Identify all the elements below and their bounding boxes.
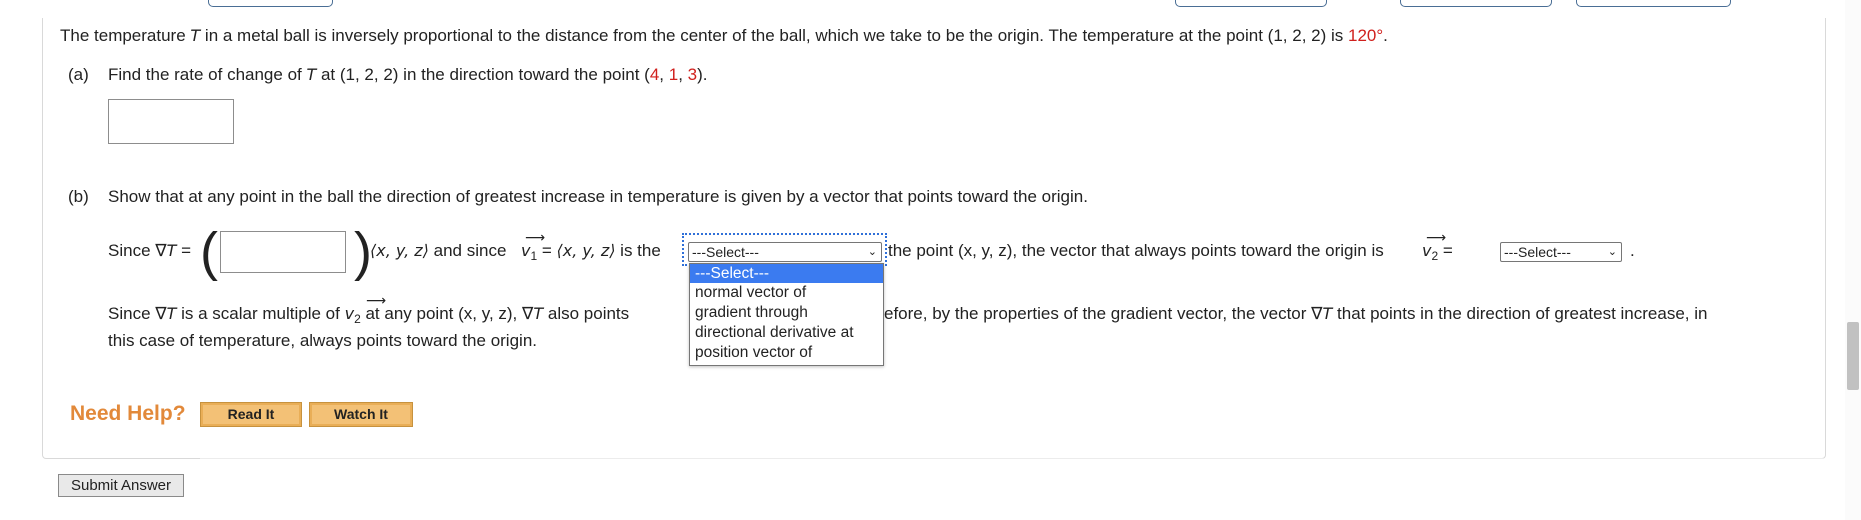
- dropdown-option-select[interactable]: ---Select---: [690, 264, 883, 283]
- after-select-text: the point (x, y, z), the vector that alw…: [888, 241, 1384, 260]
- gradient-scalar-input[interactable]: [220, 231, 346, 273]
- submit-answer-button[interactable]: Submit Answer: [58, 474, 184, 497]
- scrollbar-thumb[interactable]: [1847, 322, 1859, 390]
- v2-select[interactable]: ---Select--- ⌄: [1500, 242, 1622, 262]
- xyz-vector-text: ⟨x, y, z⟩ and since: [370, 241, 507, 260]
- part-a-answer-input[interactable]: [108, 99, 234, 144]
- read-it-button[interactable]: Read It: [200, 402, 302, 427]
- part-a-text: Find the rate of change of T at (1, 2, 2…: [108, 65, 708, 84]
- dropdown-option-directional-derivative[interactable]: directional derivative at: [690, 323, 883, 343]
- top-tab-1[interactable]: [208, 0, 333, 7]
- v2-arrow-line2: ⟶: [366, 292, 387, 308]
- chevron-down-icon: ⌄: [1607, 246, 1617, 258]
- v1-expression: v1 = ⟨x, y, z⟩ is the: [521, 241, 661, 263]
- part-b-text: Show that at any point in the ball the d…: [108, 187, 1088, 206]
- part-a-label: (a): [68, 65, 89, 84]
- top-tab-2[interactable]: [1175, 0, 1327, 7]
- vector-type-select[interactable]: ---Select--- ⌄: [688, 242, 882, 262]
- dropdown-option-position-vector[interactable]: position vector of: [690, 343, 883, 363]
- gradient-label: Since ∇T =: [108, 241, 192, 260]
- explanation-line-2-right: efore, by the properties of the gradient…: [884, 304, 1708, 323]
- divider: [200, 458, 1824, 459]
- dropdown-option-gradient[interactable]: gradient through: [690, 303, 883, 323]
- problem-statement: The temperature T in a metal ball is inv…: [60, 26, 1388, 45]
- part-b-label: (b): [68, 187, 89, 206]
- left-paren: (: [200, 222, 218, 282]
- watch-it-button[interactable]: Watch It: [309, 402, 413, 427]
- chevron-down-icon: ⌄: [867, 246, 877, 258]
- top-tab-3[interactable]: [1400, 0, 1552, 7]
- vector-type-dropdown-list[interactable]: ---Select--- normal vector of gradient t…: [689, 263, 884, 366]
- scrollbar[interactable]: [1845, 0, 1861, 520]
- v2-expression: v2 =: [1422, 241, 1453, 263]
- need-help-label: Need Help?: [70, 402, 186, 425]
- dropdown-option-normal-vector[interactable]: normal vector of: [690, 283, 883, 303]
- end-period: .: [1630, 241, 1635, 260]
- top-tab-4[interactable]: [1576, 0, 1731, 7]
- explanation-line-3: this case of temperature, always points …: [108, 331, 537, 350]
